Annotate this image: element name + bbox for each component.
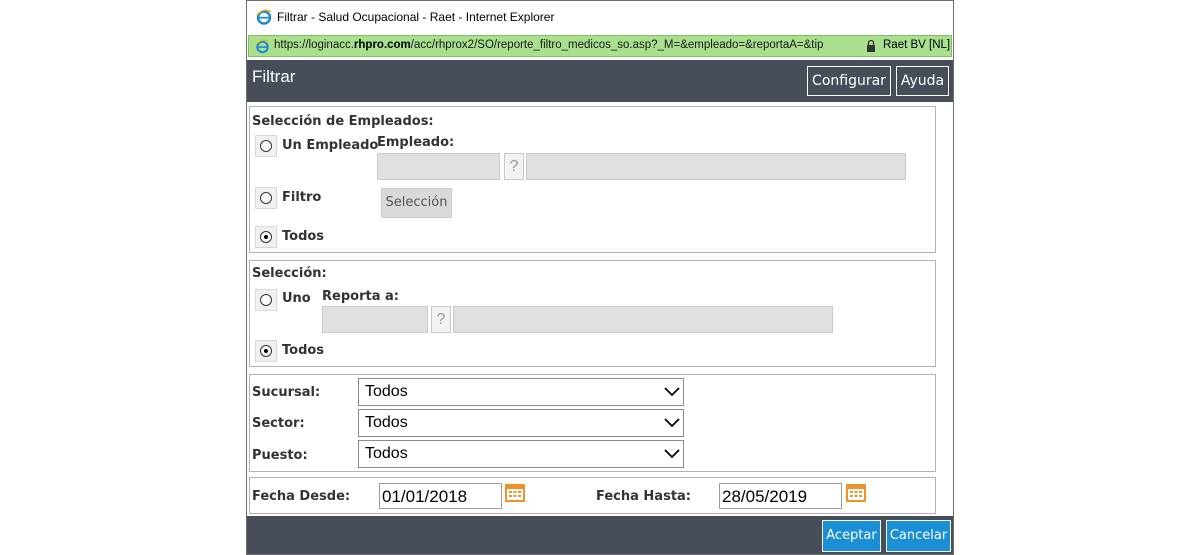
fecha-hasta-label: Fecha Hasta: [596,489,692,504]
puesto-select[interactable]: Todos [358,440,684,468]
seleccion-legend: Selección: [252,266,327,281]
sucursal-value: Todos [365,383,408,400]
fecha-desde-input[interactable]: 01/01/2018 [379,483,502,509]
question-icon: ? [509,158,519,175]
uno-label: Uno [282,291,311,306]
fechas-group: Fecha Desde: 01/01/2018 Fecha Hasta: 28/… [249,477,936,514]
page-title: Filtrar [252,67,296,86]
reporta-code-input[interactable] [322,306,428,333]
url-text: https://loginacc.rhpro.com/acc/rhprox2/S… [274,39,823,51]
cancelar-button[interactable]: Cancelar [886,520,951,552]
filters-group: Sucursal: Todos Sector: Todos Puesto: To… [249,374,936,472]
url-host: rhpro.com [353,39,411,51]
radio-filtro[interactable] [255,187,277,209]
empleado-name-input[interactable] [526,153,906,180]
radio-todos-seleccion[interactable] [255,340,277,362]
puesto-value: Todos [365,445,408,462]
chevron-down-icon [664,387,680,397]
sector-label: Sector: [252,416,305,431]
seleccion-button[interactable]: Selección [381,188,452,218]
fecha-hasta-value: 28/05/2019 [722,487,808,506]
empleados-group: Selección de Empleados: Un Empleado Empl… [249,106,936,253]
fecha-desde-value: 01/01/2018 [382,487,468,506]
chevron-down-icon [664,418,680,428]
empleados-legend: Selección de Empleados: [252,114,434,129]
address-bar[interactable]: https://loginacc.rhpro.com/acc/rhprox2/S… [248,35,952,57]
browser-window: Filtrar - Salud Ocupacional - Raet - Int… [246,0,954,555]
page-footer: Aceptar Cancelar [247,516,953,554]
calendar-icon[interactable] [846,482,866,502]
empleado-help-button[interactable]: ? [504,153,524,180]
empleado-field-label: Empleado: [377,135,455,150]
reporta-name-input[interactable] [453,306,833,333]
radio-todos-empleados[interactable] [255,226,277,248]
certificate-label[interactable]: Raet BV [NL] [883,39,950,51]
calendar-icon[interactable] [505,482,525,502]
filtro-label: Filtro [282,190,322,205]
page-header: Filtrar Configurar Ayuda [247,60,953,102]
configurar-button[interactable]: Configurar [807,66,891,96]
internet-explorer-icon [256,9,272,25]
url-protocol: https:// [274,39,309,51]
fecha-desde-label: Fecha Desde: [252,489,351,504]
un-empleado-label: Un Empleado [282,138,379,153]
fecha-hasta-input[interactable]: 28/05/2019 [719,483,842,509]
sector-select[interactable]: Todos [358,409,684,437]
radio-uno[interactable] [255,289,277,311]
aceptar-button[interactable]: Aceptar [822,520,881,552]
chevron-down-icon [664,449,680,459]
reporta-help-button[interactable]: ? [431,306,451,333]
sucursal-label: Sucursal: [252,385,321,400]
sucursal-select[interactable]: Todos [358,378,684,406]
radio-un-empleado[interactable] [255,135,277,157]
page-ie-icon [255,39,270,54]
reporta-label: Reporta a: [322,289,399,304]
lock-icon [867,39,875,52]
url-host-prefix: loginacc. [308,39,354,51]
title-bar: Filtrar - Salud Ocupacional - Raet - Int… [247,1,953,33]
question-icon: ? [436,311,446,328]
empleado-code-input[interactable] [377,153,500,180]
ayuda-button[interactable]: Ayuda [896,66,949,96]
url-path: /acc/rhprox2/SO/reporte_filtro_medicos_s… [410,39,824,51]
sector-value: Todos [365,414,408,431]
window-title: Filtrar - Salud Ocupacional - Raet - Int… [277,10,555,24]
todos-seleccion-label: Todos [282,343,325,358]
todos-empleados-label: Todos [282,229,325,244]
seleccion-group: Selección: Uno Reporta a: ? Todos [249,260,936,367]
puesto-label: Puesto: [252,448,308,463]
